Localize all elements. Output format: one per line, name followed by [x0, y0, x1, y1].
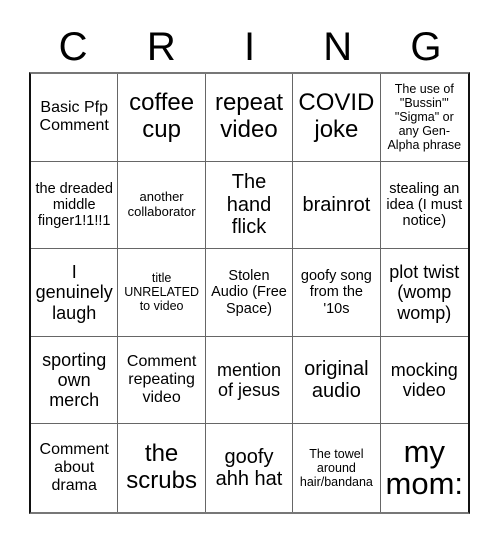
bingo-board: Basic Pfp Comment coffee cup repeat vide…: [29, 72, 470, 514]
header-letter-c: C: [58, 25, 88, 69]
bingo-cell[interactable]: plot twist (womp womp): [380, 249, 468, 337]
bingo-cell[interactable]: original audio: [293, 336, 381, 425]
bingo-cell[interactable]: Basic Pfp Comment: [31, 74, 119, 162]
bingo-cell[interactable]: Comment repeating video: [118, 336, 206, 425]
bingo-cell[interactable]: COVID joke: [293, 74, 381, 162]
bingo-cell[interactable]: another collaborator: [118, 161, 206, 250]
bingo-cell[interactable]: brainrot: [293, 161, 381, 250]
bingo-cell[interactable]: goofy ahh hat: [205, 424, 294, 512]
bingo-cell[interactable]: The use of "Bussin'" "Sigma" or any Gen-…: [380, 74, 468, 162]
bingo-cell[interactable]: The hand flick: [205, 161, 294, 250]
header-letter-r: R: [146, 25, 176, 69]
free-space-cell[interactable]: Stolen Audio (Free Space): [205, 249, 294, 337]
bingo-cell[interactable]: sporting own merch: [31, 336, 119, 425]
bingo-cell[interactable]: The towel around hair/bandana: [293, 424, 381, 512]
bingo-cell[interactable]: repeat video: [205, 74, 294, 162]
bingo-header: C R I N G: [29, 22, 470, 72]
header-letter-n: N: [323, 25, 353, 69]
bingo-cell[interactable]: Comment about drama: [31, 424, 119, 512]
bingo-cell[interactable]: mention of jesus: [205, 336, 294, 425]
bingo-cell[interactable]: the dreaded middle finger1!1!!1: [31, 161, 119, 250]
bingo-cell[interactable]: coffee cup: [118, 74, 206, 162]
header-letter-g: G: [410, 25, 442, 69]
bingo-cell[interactable]: stealing an idea (I must notice): [380, 161, 468, 250]
bingo-cell[interactable]: the scrubs: [118, 424, 206, 512]
bingo-cell[interactable]: title UNRELATED to video: [118, 249, 206, 337]
bingo-cell[interactable]: mocking video: [380, 336, 468, 425]
bingo-cell[interactable]: I genuinely laugh: [31, 249, 119, 337]
bingo-cell[interactable]: my mom:: [380, 424, 468, 512]
header-letter-i: I: [243, 25, 256, 69]
bingo-cell[interactable]: goofy song from the '10s: [293, 249, 381, 337]
